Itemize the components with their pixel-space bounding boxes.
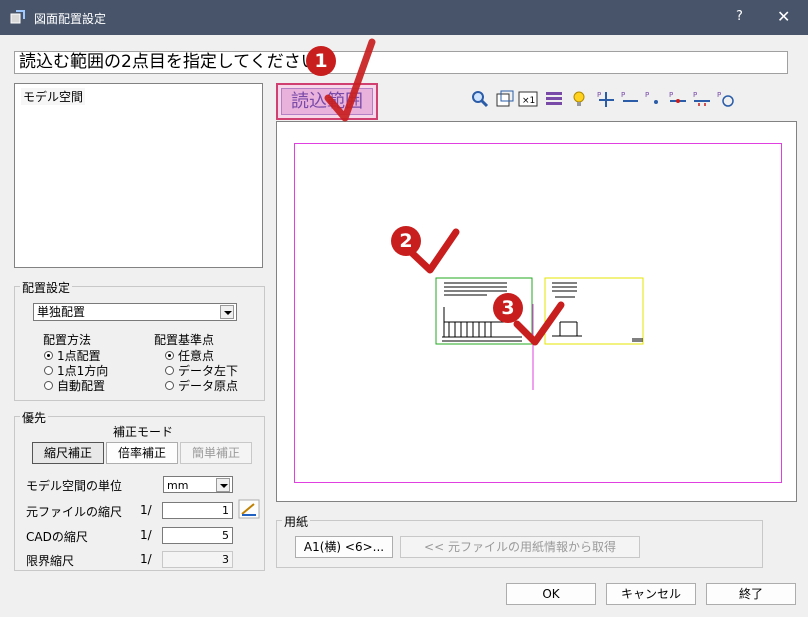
pick-scale-icon[interactable] [238, 499, 260, 519]
callout-3: 3 [493, 293, 523, 323]
svg-text:P: P [597, 91, 601, 99]
cad-scale-input[interactable]: 5 [162, 527, 233, 544]
radio-icon [165, 351, 174, 360]
read-range-highlight: 読込範囲 [276, 83, 378, 120]
radio-icon [44, 366, 53, 375]
fit-view-icon[interactable]: ×1 [518, 89, 538, 109]
radio-icon [165, 381, 174, 390]
zoom-window-icon[interactable] [495, 89, 515, 109]
radio-icon [165, 366, 174, 375]
limit-scale-prefix: 1/ [140, 552, 152, 566]
cad-scale-prefix: 1/ [140, 528, 152, 542]
src-scale-input[interactable]: 1 [162, 502, 233, 519]
base-point-label: 配置基準点 [154, 333, 215, 347]
snap-end-icon[interactable]: P [620, 89, 640, 109]
drawing-preview[interactable] [276, 121, 797, 502]
svg-text:P: P [621, 91, 625, 99]
src-scale-prefix: 1/ [140, 503, 152, 517]
callout-1: 1 [306, 46, 336, 76]
radio-base-3[interactable]: データ原点 [165, 377, 238, 394]
snap-divide-icon[interactable]: P [692, 89, 712, 109]
placement-group-label: 配置設定 [20, 279, 73, 296]
limit-scale-input[interactable]: 3 [162, 551, 233, 568]
method-label: 配置方法 [43, 333, 92, 347]
unit-select[interactable]: mm [163, 476, 233, 493]
prompt-text: 読込む範囲の2点目を指定してください [14, 51, 788, 74]
cancel-button[interactable]: キャンセル [606, 583, 696, 605]
snap-circle-icon[interactable]: P [716, 89, 736, 109]
drawing-content [435, 277, 644, 390]
model-space-list[interactable]: モデル空間 [14, 83, 263, 268]
placement-mode-select[interactable]: 単独配置 [33, 303, 237, 321]
svg-text:P: P [645, 91, 649, 99]
snap-cross-icon[interactable]: P [596, 89, 616, 109]
app-icon [10, 10, 25, 24]
paper-group-label: 用紙 [282, 513, 311, 530]
get-paper-info-button[interactable]: << 元ファイルの用紙情報から取得 [400, 536, 640, 558]
exit-button[interactable]: 終了 [706, 583, 796, 605]
lightbulb-icon[interactable] [569, 89, 589, 109]
dialog-window: 図面配置設定 ? ✕ 読込む範囲の2点目を指定してください モデル空間 配置設定… [0, 0, 808, 617]
correction-mode-label: 補正モード [113, 425, 174, 439]
chevron-down-icon[interactable] [220, 305, 234, 319]
ratio-correction-button[interactable]: 倍率補正 [106, 442, 178, 464]
layer-settings-icon[interactable] [544, 89, 564, 109]
unit-label: モデル空間の単位 [26, 479, 123, 493]
window-title: 図面配置設定 [34, 12, 107, 26]
unit-value: mm [167, 479, 189, 492]
svg-text:P: P [693, 91, 697, 99]
svg-text:P: P [717, 91, 721, 99]
radio-icon [44, 351, 53, 360]
svg-text:P: P [669, 91, 673, 99]
chevron-down-icon[interactable] [216, 478, 230, 492]
list-item[interactable]: モデル空間 [21, 88, 86, 105]
limit-scale-label: 限界縮尺 [26, 554, 75, 568]
snap-mid-icon[interactable]: P [668, 89, 688, 109]
title-bar: 図面配置設定 ? ✕ [0, 0, 808, 35]
radio-icon [44, 381, 53, 390]
close-button[interactable]: ✕ [777, 7, 790, 26]
radio-method-3[interactable]: 自動配置 [44, 377, 105, 394]
snap-point-icon[interactable]: P [644, 89, 664, 109]
svg-text:×1: ×1 [522, 96, 535, 106]
scale-correction-button[interactable]: 縮尺補正 [32, 442, 104, 464]
paper-size-button[interactable]: A1(横) <6>... [295, 536, 393, 558]
callout-2: 2 [391, 226, 421, 256]
cad-scale-label: CADの縮尺 [26, 530, 88, 544]
zoom-icon[interactable] [470, 89, 490, 109]
src-scale-label: 元ファイルの縮尺 [26, 505, 123, 519]
ok-button[interactable]: OK [506, 583, 596, 605]
priority-group-label: 優先 [20, 409, 49, 426]
help-button[interactable]: ? [736, 9, 743, 24]
placement-mode-value: 単独配置 [37, 305, 86, 319]
read-range-button[interactable]: 読込範囲 [281, 88, 373, 115]
simple-correction-button[interactable]: 簡単補正 [180, 442, 252, 464]
